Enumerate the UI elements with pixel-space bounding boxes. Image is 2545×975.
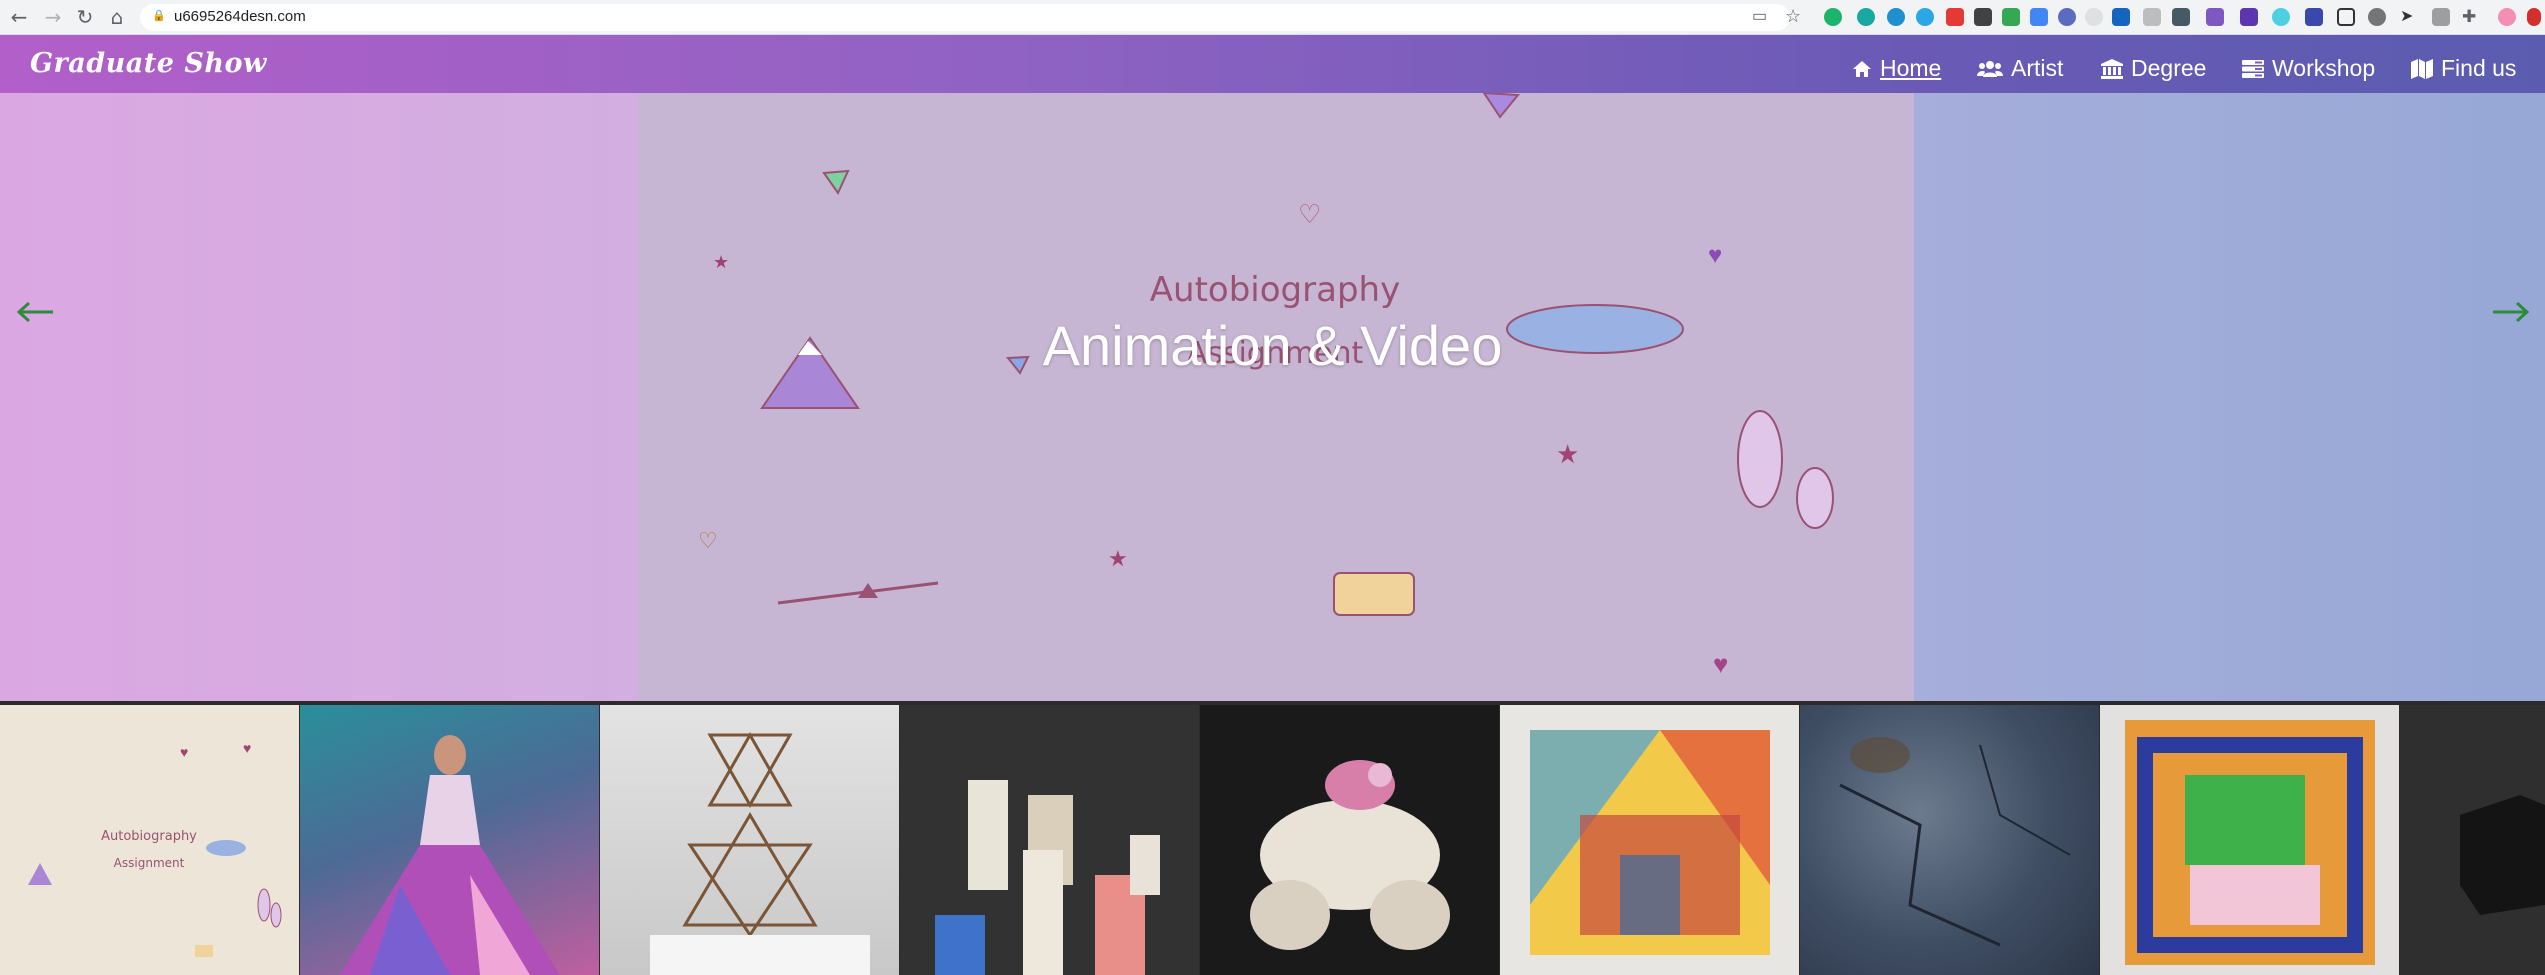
- extension-icon[interactable]: [1887, 8, 1905, 26]
- nav-workshop-label: Workshop: [2272, 55, 2376, 81]
- thumbnail-wire-sculpture[interactable]: [600, 705, 899, 975]
- home-icon[interactable]: ⌂: [106, 6, 128, 28]
- lock-icon: 🔒: [152, 9, 166, 22]
- svg-text:♡: ♡: [698, 528, 718, 553]
- extension-icon[interactable]: [1824, 8, 1842, 26]
- map-icon: [2411, 58, 2433, 79]
- translate-icon[interactable]: [2030, 8, 2048, 26]
- puzzle-icon[interactable]: ✚: [2462, 8, 2480, 26]
- university-icon: [2101, 58, 2123, 79]
- svg-text:★: ★: [1556, 439, 1579, 469]
- svg-text:Assignment: Assignment: [114, 856, 185, 870]
- thumbnail-dark-object[interactable]: [2400, 705, 2545, 975]
- cursor-icon[interactable]: ➤: [2400, 8, 2418, 26]
- extension-icon[interactable]: [2112, 8, 2130, 26]
- svg-text:★: ★: [1108, 546, 1128, 571]
- thumbnail-color-glass[interactable]: [1500, 705, 1799, 975]
- hero-slide-image: Autobiography Assignment ♡ ♥ ♡ ♥ ★ ★ ★: [638, 93, 1914, 701]
- extension-icon[interactable]: [2206, 8, 2224, 26]
- extension-icon[interactable]: [2368, 8, 2386, 26]
- cast-icon[interactable]: ▭: [1752, 8, 1770, 26]
- browser-toolbar: ← → ↻ ⌂ 🔒 u6695264desn.com ▭ ☆ ➤ ✚: [0, 0, 2545, 35]
- extension-icon[interactable]: [2337, 8, 2355, 26]
- extension-icon[interactable]: [2172, 8, 2190, 26]
- svg-text:♥: ♥: [1713, 649, 1728, 679]
- next-slide-arrow-icon[interactable]: [2491, 300, 2531, 324]
- nav-degree[interactable]: Degree: [2101, 55, 2206, 82]
- nav-find-us-label: Find us: [2441, 55, 2517, 81]
- url-text[interactable]: u6695264desn.com: [174, 8, 306, 25]
- extension-icon[interactable]: [2240, 8, 2258, 26]
- thumbnail-ceramic-blocks[interactable]: [900, 705, 1199, 975]
- nav-artist[interactable]: Artist: [1977, 55, 2063, 82]
- thumbnail-autobiography[interactable]: Autobiography Assignment ♥ ♥: [0, 705, 299, 975]
- extension-icon[interactable]: [2272, 8, 2290, 26]
- thumbnail-textile-weave[interactable]: [2100, 705, 2399, 975]
- brand-logo[interactable]: Graduate Show: [30, 48, 267, 79]
- extension-icon[interactable]: [2305, 8, 2323, 26]
- address-bar[interactable]: [140, 4, 1790, 31]
- bookmark-star-icon[interactable]: ☆: [1785, 8, 1803, 26]
- hero-title: Animation & Video: [1042, 314, 1503, 377]
- thumbnail-skull-sculpture[interactable]: [1200, 705, 1499, 975]
- nav-artist-label: Artist: [2011, 55, 2064, 81]
- svg-text:♡: ♡: [1298, 199, 1321, 229]
- profile-avatar[interactable]: [2498, 8, 2516, 26]
- extension-icon[interactable]: [1916, 8, 1934, 26]
- svg-text:Autobiography: Autobiography: [101, 829, 197, 844]
- nav-home-label: Home: [1880, 55, 1942, 81]
- nav-home[interactable]: Home: [1852, 55, 1941, 82]
- update-icon[interactable]: [2527, 8, 2541, 26]
- reload-icon[interactable]: ↻: [74, 6, 96, 28]
- extension-icon[interactable]: [2432, 8, 2450, 26]
- drive-icon[interactable]: [2002, 8, 2020, 26]
- extension-icon[interactable]: [1946, 8, 1964, 26]
- svg-text:♥: ♥: [243, 740, 251, 756]
- home-icon: [1853, 60, 1871, 77]
- extension-icon[interactable]: [1857, 8, 1875, 26]
- users-icon: [1977, 60, 2003, 77]
- back-icon[interactable]: ←: [8, 6, 30, 28]
- tools-icon: [2242, 59, 2264, 78]
- nav-degree-label: Degree: [2131, 55, 2207, 81]
- slide-image-text: Autobiography: [1150, 270, 1400, 310]
- extension-icon[interactable]: [2143, 8, 2161, 26]
- forward-icon[interactable]: →: [42, 6, 64, 28]
- extension-icon[interactable]: [2058, 8, 2076, 26]
- nav-find-us[interactable]: Find us: [2411, 55, 2516, 82]
- svg-text:★: ★: [713, 252, 729, 272]
- extension-icon[interactable]: [1974, 8, 1992, 26]
- thumbnail-fashion[interactable]: [300, 705, 599, 975]
- svg-text:♥: ♥: [180, 744, 188, 760]
- prev-slide-arrow-icon[interactable]: [15, 300, 55, 324]
- thumbnail-stone-texture[interactable]: [1800, 705, 2099, 975]
- extension-icon[interactable]: [2085, 8, 2103, 26]
- nav-workshop[interactable]: Workshop: [2242, 55, 2375, 82]
- svg-text:♥: ♥: [1708, 242, 1722, 269]
